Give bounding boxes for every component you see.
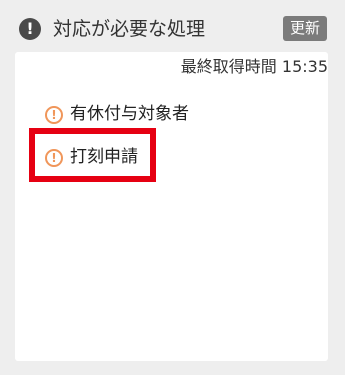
last-fetched-value: 15:35 <box>281 57 328 76</box>
last-fetched-time: 最終取得時間 15:35 <box>181 56 328 78</box>
widget-header: ! 対応が必要な処理 更新 <box>0 0 345 52</box>
last-fetched-label: 最終取得時間 <box>180 57 277 76</box>
refresh-button[interactable]: 更新 <box>283 16 327 41</box>
warning-circle-icon: ! <box>45 149 63 167</box>
task-item-label: 有休付与対象者 <box>70 104 189 124</box>
warning-circle-icon: ! <box>45 106 63 124</box>
widget-title: 対応が必要な処理 <box>53 18 206 40</box>
pending-tasks-panel: 最終取得時間 15:35 ! 有休付与対象者 ! 打刻申請 <box>15 52 328 361</box>
exclamation-circle-icon: ! <box>19 18 41 40</box>
task-item-label: 打刻申請 <box>70 147 138 167</box>
